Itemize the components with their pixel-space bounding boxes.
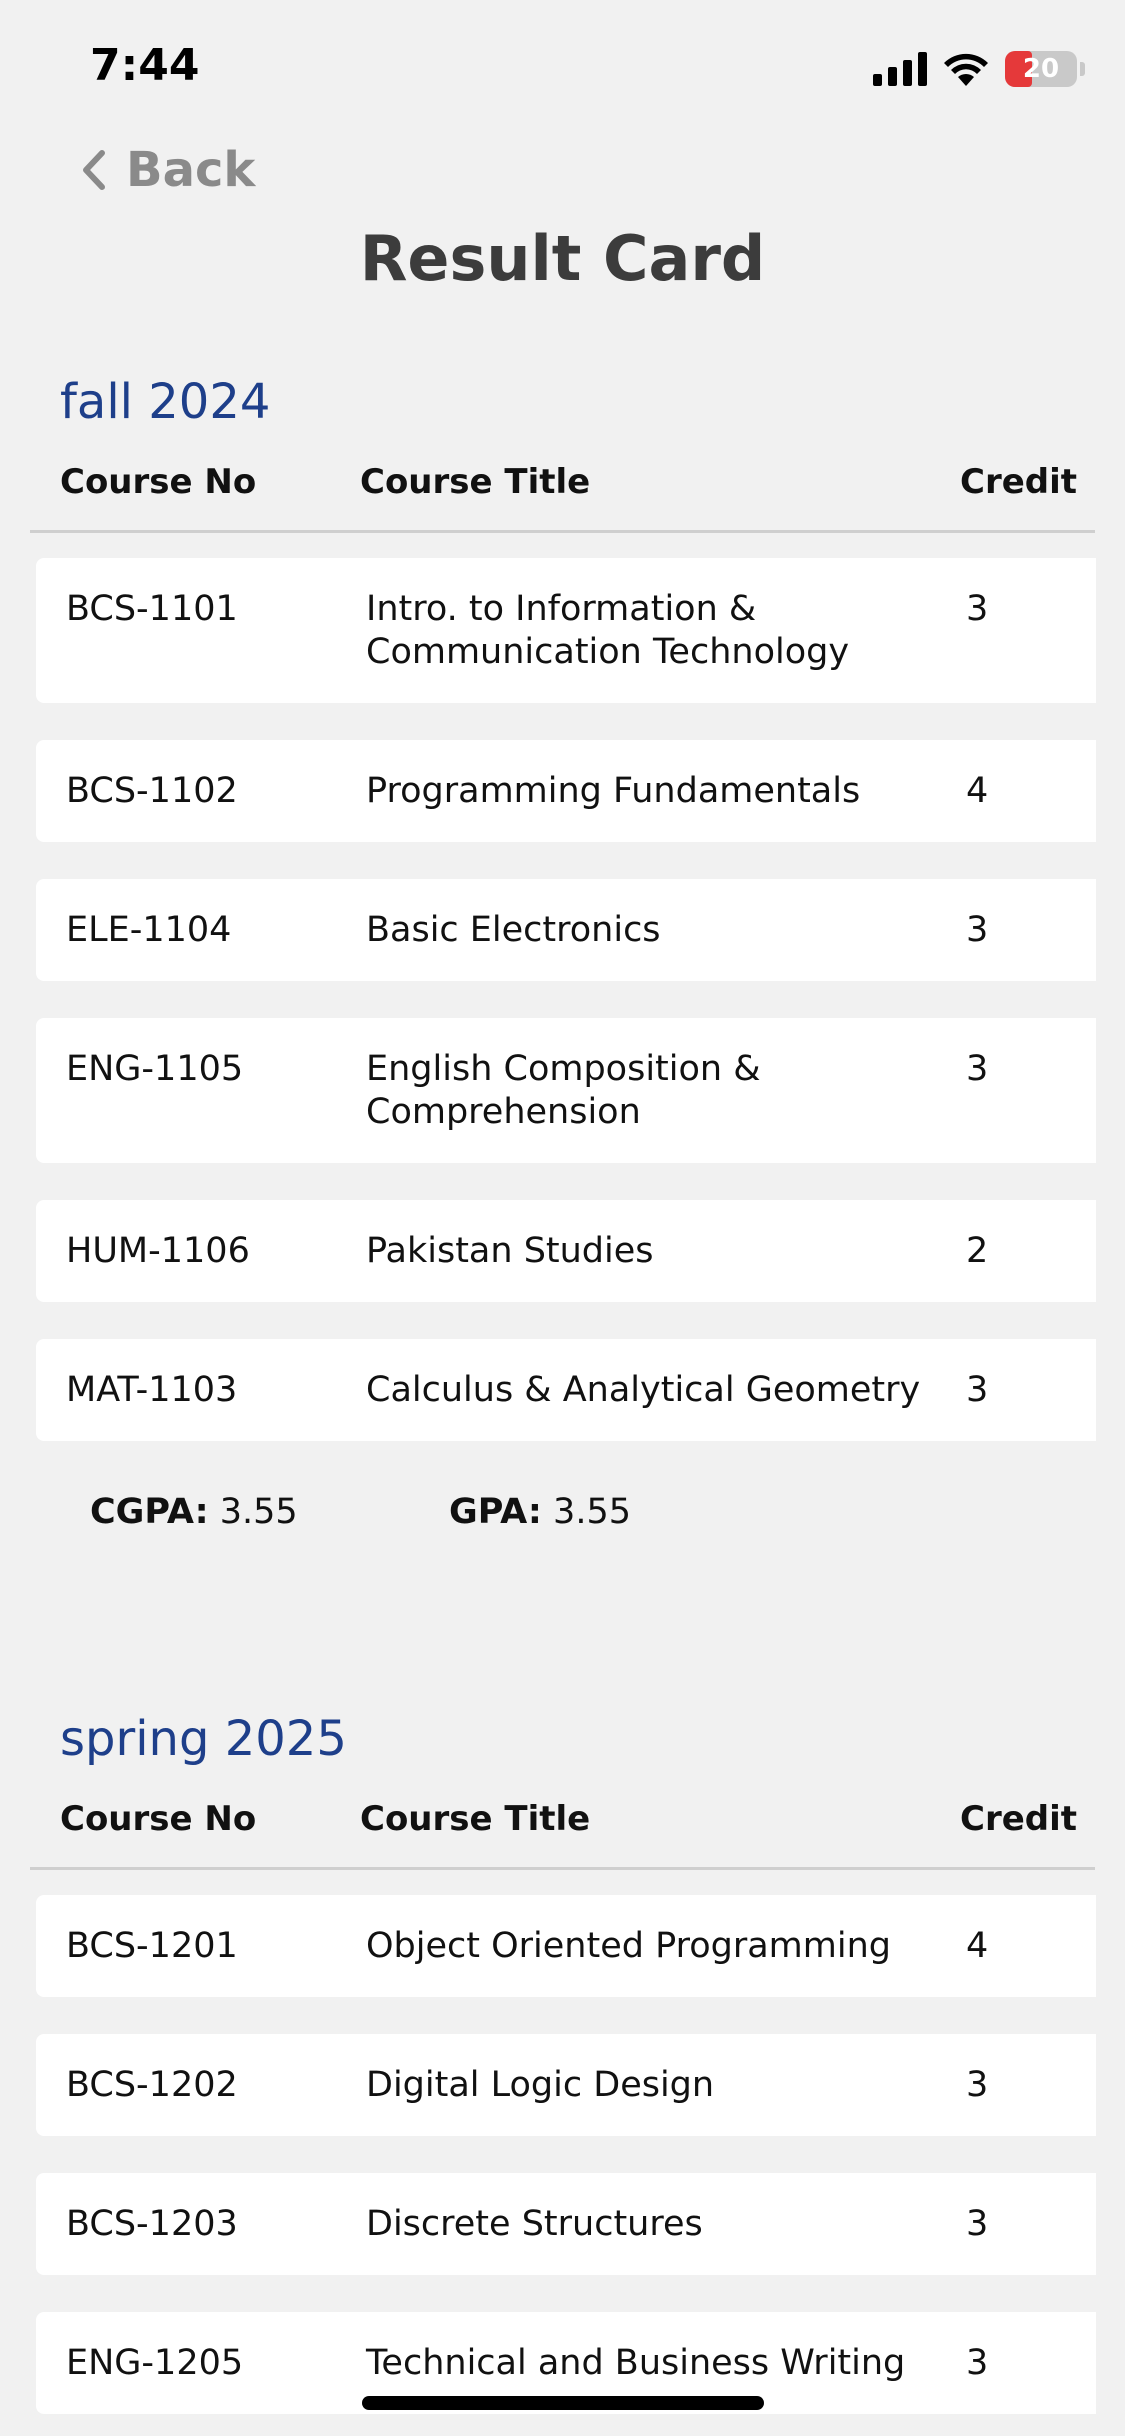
semester-title: fall 2024: [60, 374, 271, 430]
header-course-no: Course No: [60, 1799, 257, 1839]
header-credit: Credit: [960, 1799, 1078, 1839]
battery-cap: [1080, 62, 1085, 76]
table-row[interactable]: HUM-1106 Pakistan Studies 2: [36, 1200, 1096, 1302]
course-credit: 3: [966, 1370, 989, 1410]
course-credit: 3: [966, 589, 989, 629]
course-title: Object Oriented Programming: [366, 1926, 891, 1966]
cgpa-value: CGPA: 3.55: [90, 1492, 298, 1532]
header-credit: Credit: [960, 462, 1078, 502]
chevron-left-icon: [83, 150, 105, 190]
course-credit: 4: [966, 1926, 989, 1966]
course-no: ELE-1104: [66, 910, 232, 950]
course-credit: 3: [966, 2204, 989, 2244]
course-credit: 3: [966, 910, 989, 950]
course-title: Programming Fundamentals: [366, 771, 861, 811]
battery-level: 20: [1022, 54, 1060, 84]
header-course-title: Course Title: [360, 1799, 591, 1839]
course-title: Calculus & Analytical Geometry: [366, 1370, 921, 1410]
course-no: BCS-1202: [66, 2065, 238, 2105]
cgpa-number: 3.55: [219, 1492, 298, 1532]
table-row[interactable]: BCS-1101 Intro. to Information & Communi…: [36, 558, 1096, 703]
course-credit: 3: [966, 2065, 989, 2105]
table-row[interactable]: MAT-1103 Calculus & Analytical Geometry …: [36, 1339, 1096, 1441]
status-icons: 20: [873, 48, 1085, 90]
page-title: Result Card: [359, 222, 766, 295]
course-no: ENG-1105: [66, 1049, 244, 1089]
course-title: Discrete Structures: [366, 2204, 703, 2244]
course-title: Intro. to Information & Communication Te…: [366, 589, 850, 672]
table-row[interactable]: ENG-1105 English Composition & Comprehen…: [36, 1018, 1096, 1163]
battery-icon: 20: [1005, 51, 1077, 87]
table-row[interactable]: ELE-1104 Basic Electronics 3: [36, 879, 1096, 981]
gpa-label: GPA:: [449, 1492, 542, 1532]
course-no: BCS-1101: [66, 589, 238, 629]
status-bar: 7:44 20: [0, 0, 1125, 130]
course-title: Technical and Business Writing: [366, 2343, 906, 2383]
course-no: MAT-1103: [66, 1370, 238, 1410]
header-divider: [30, 1867, 1095, 1870]
course-credit: 2: [966, 1231, 989, 1271]
gpa-number: 3.55: [553, 1492, 631, 1532]
cellular-signal-icon: [873, 52, 927, 86]
course-title: Basic Electronics: [366, 910, 661, 950]
battery-indicator: 20: [1005, 51, 1085, 87]
course-title: Digital Logic Design: [366, 2065, 715, 2105]
back-label: Back: [126, 142, 256, 198]
course-no: HUM-1106: [66, 1231, 250, 1271]
course-no: ENG-1205: [66, 2343, 244, 2383]
gpa-value: GPA: 3.55: [449, 1492, 631, 1532]
course-no: BCS-1201: [66, 1926, 238, 1966]
back-button[interactable]: Back: [80, 140, 255, 200]
table-header: Course No Course Title Credit: [60, 462, 1100, 512]
home-indicator[interactable]: [362, 2396, 764, 2410]
course-credit: 3: [966, 1049, 989, 1089]
table-header: Course No Course Title Credit: [60, 1799, 1100, 1849]
course-no: BCS-1203: [66, 2204, 238, 2244]
table-row[interactable]: BCS-1203 Discrete Structures 3: [36, 2173, 1096, 2275]
table-row[interactable]: BCS-1202 Digital Logic Design 3: [36, 2034, 1096, 2136]
course-no: BCS-1102: [66, 771, 238, 811]
status-time: 7:44: [90, 40, 200, 91]
semester-title: spring 2025: [60, 1711, 347, 1767]
course-credit: 3: [966, 2343, 989, 2383]
header-course-title: Course Title: [360, 462, 591, 502]
wifi-icon: [944, 53, 988, 86]
header-course-no: Course No: [60, 462, 257, 502]
course-title: English Composition & Comprehension: [366, 1049, 761, 1132]
course-title: Pakistan Studies: [366, 1231, 654, 1271]
course-credit: 4: [966, 771, 989, 811]
table-row[interactable]: BCS-1102 Programming Fundamentals 4: [36, 740, 1096, 842]
cgpa-label: CGPA:: [90, 1492, 209, 1532]
header-divider: [30, 530, 1095, 533]
table-row[interactable]: BCS-1201 Object Oriented Programming 4: [36, 1895, 1096, 1997]
